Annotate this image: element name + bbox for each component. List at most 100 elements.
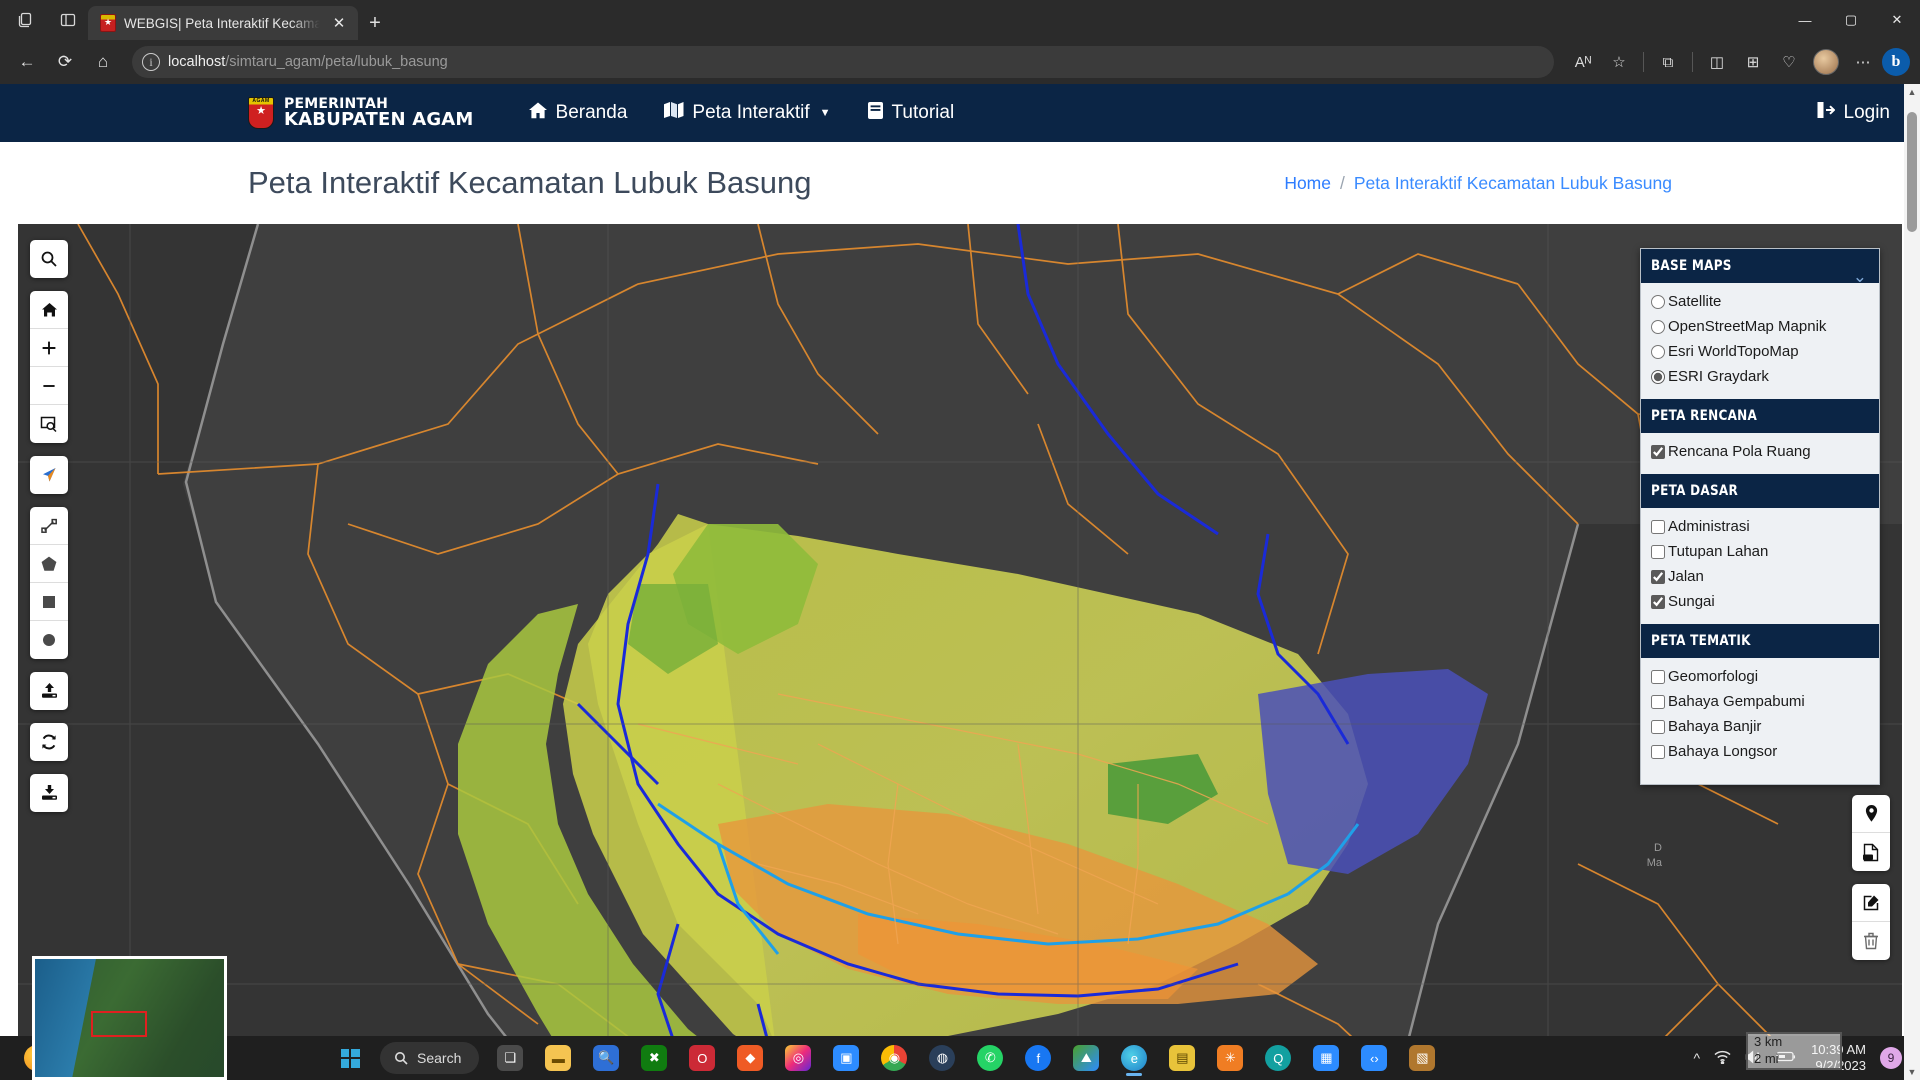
tab-close-button[interactable]: ✕ (328, 14, 350, 32)
taskbar-app-task-view[interactable]: ❏ (489, 1038, 531, 1078)
draw-polygon-button[interactable] (30, 545, 68, 583)
taskbar-app-whatsapp[interactable]: ✆ (969, 1038, 1011, 1078)
nav-item-peta-interaktif[interactable]: Peta Interaktif ▼ (663, 101, 831, 125)
taskbar-app-file-explorer[interactable]: ▬ (537, 1038, 579, 1078)
maximize-button[interactable]: ▢ (1828, 0, 1874, 40)
site-info-icon[interactable]: i (142, 53, 160, 71)
overview-minimap[interactable] (32, 956, 227, 1080)
layer-group-header-peta-tematik[interactable]: PETA TEMATIK (1641, 624, 1879, 658)
layer-radio-esri-graydark[interactable] (1651, 369, 1665, 384)
map-container[interactable]: BASE MAPS ⌄ Satellite OpenStreetMap Mapn… (18, 224, 1902, 1080)
copilot-icon[interactable]: b (1882, 48, 1910, 76)
favorite-star-icon[interactable]: ☆ (1602, 45, 1636, 79)
home-button[interactable]: ⌂ (86, 45, 120, 79)
layer-group-header-base-maps[interactable]: BASE MAPS ⌄ (1641, 249, 1879, 286)
taskbar-app-calendar[interactable]: ▦ (1305, 1038, 1347, 1078)
locate-button[interactable] (30, 456, 68, 494)
map-pin-button[interactable] (1852, 795, 1890, 833)
taskbar-app-zoom[interactable]: ▣ (825, 1038, 867, 1078)
layer-checkbox-jalan[interactable] (1651, 569, 1665, 584)
layer-item-esri-graydark[interactable]: ESRI Graydark (1651, 364, 1879, 389)
start-button[interactable] (330, 1038, 370, 1078)
page-scrollbar[interactable]: ▲ ▼ (1904, 84, 1920, 1080)
taskbar-app-extra[interactable]: ▧ (1401, 1038, 1443, 1078)
chevron-down-icon[interactable]: ⌄ (1853, 267, 1867, 287)
browser-essentials-icon[interactable]: ♡ (1772, 45, 1806, 79)
layer-radio-esri-worldtopomap[interactable] (1651, 344, 1665, 359)
layer-checkbox-bahaya-gempabumi[interactable] (1651, 694, 1665, 709)
taskbar-app-postman[interactable]: ◆ (729, 1038, 771, 1078)
layer-item-administrasi[interactable]: Administrasi (1651, 514, 1879, 539)
zoom-to-area-button[interactable] (30, 405, 68, 443)
taskbar-app-search[interactable]: 🔍 (585, 1038, 627, 1078)
layer-group-header-peta-dasar[interactable]: PETA DASAR (1641, 474, 1879, 508)
address-bar[interactable]: i localhost/simtaru_agam/peta/lubuk_basu… (132, 46, 1554, 78)
taskbar-app-xbox[interactable]: ✖ (633, 1038, 675, 1078)
close-window-button[interactable]: ✕ (1874, 0, 1920, 40)
browser-tab[interactable]: WEBGIS| Peta Interaktif Kecamat ✕ (88, 6, 358, 40)
layer-checkbox-sungai[interactable] (1651, 594, 1665, 609)
export-zip-button[interactable]: ZIP (1852, 833, 1890, 871)
split-screen-icon[interactable]: ◫ (1700, 45, 1734, 79)
draw-line-button[interactable] (30, 507, 68, 545)
map-canvas[interactable] (18, 224, 1902, 1080)
layer-item-openstreetmap-mapnik[interactable]: OpenStreetMap Mapnik (1651, 314, 1879, 339)
layer-item-bahaya-banjir[interactable]: Bahaya Banjir (1651, 714, 1879, 739)
layer-checkbox-bahaya-banjir[interactable] (1651, 719, 1665, 734)
scrollbar-thumb[interactable] (1907, 112, 1917, 232)
taskbar-app-arcgis[interactable]: ✳ (1209, 1038, 1251, 1078)
reload-button[interactable]: ⟳ (48, 45, 82, 79)
profile-avatar[interactable] (1813, 49, 1839, 75)
wifi-icon[interactable] (1714, 1050, 1731, 1067)
zoom-in-button[interactable] (30, 329, 68, 367)
settings-more-icon[interactable]: ⋯ (1846, 45, 1880, 79)
nav-item-beranda[interactable]: Beranda (528, 101, 627, 126)
notification-badge[interactable]: 9 (1880, 1047, 1902, 1069)
layer-group-header-peta-rencana[interactable]: PETA RENCANA (1641, 399, 1879, 433)
breadcrumb-home-link[interactable]: Home (1284, 173, 1331, 194)
layer-checkbox-administrasi[interactable] (1651, 519, 1665, 534)
layer-item-satellite[interactable]: Satellite (1651, 289, 1879, 314)
minimize-button[interactable]: — (1782, 0, 1828, 40)
new-tab-button[interactable]: + (358, 6, 392, 40)
home-extent-button[interactable] (30, 291, 68, 329)
taskbar-app-qgis[interactable]: ⛰ (1065, 1038, 1107, 1078)
search-tool-button[interactable] (30, 240, 68, 278)
nav-item-tutorial[interactable]: Tutorial (867, 101, 954, 126)
taskbar-app-steam[interactable]: ◍ (921, 1038, 963, 1078)
tab-actions-icon[interactable] (12, 6, 40, 34)
layer-item-rencana-pola-ruang[interactable]: Rencana Pola Ruang (1651, 439, 1879, 464)
taskbar-app-opera[interactable]: O (681, 1038, 723, 1078)
layer-checkbox-tutupan-lahan[interactable] (1651, 544, 1665, 559)
minimap-extent-rectangle[interactable] (91, 1011, 147, 1037)
taskbar-app-facebook[interactable]: f (1017, 1038, 1059, 1078)
layer-radio-satellite[interactable] (1651, 294, 1665, 309)
taskbar-search-box[interactable]: Search (380, 1042, 480, 1074)
upload-button[interactable] (30, 672, 68, 710)
layer-item-bahaya-longsor[interactable]: Bahaya Longsor (1651, 739, 1879, 764)
layer-radio-openstreetmap-mapnik[interactable] (1651, 319, 1665, 334)
layer-item-esri-worldtopomap[interactable]: Esri WorldTopoMap (1651, 339, 1879, 364)
extensions-icon[interactable]: ⧉ (1651, 45, 1685, 79)
trash-button[interactable] (1852, 922, 1890, 960)
layer-checkbox-rencana-pola-ruang[interactable] (1651, 444, 1665, 459)
draw-rectangle-button[interactable] (30, 583, 68, 621)
taskbar-app-notepad[interactable]: ▤ (1161, 1038, 1203, 1078)
layer-item-tutupan-lahan[interactable]: Tutupan Lahan (1651, 539, 1879, 564)
taskbar-app-edge[interactable]: e (1113, 1038, 1155, 1078)
collections-icon[interactable]: ⊞ (1736, 45, 1770, 79)
back-button[interactable]: ← (10, 45, 44, 79)
scrollbar-up-arrow[interactable]: ▲ (1904, 84, 1920, 100)
layer-checkbox-geomorfologi[interactable] (1651, 669, 1665, 684)
zoom-out-button[interactable] (30, 367, 68, 405)
taskbar-app-instagram[interactable]: ◎ (777, 1038, 819, 1078)
taskbar-app-q[interactable]: Q (1257, 1038, 1299, 1078)
edit-pencil-button[interactable] (1852, 884, 1890, 922)
refresh-button[interactable] (30, 723, 68, 761)
tray-overflow-icon[interactable]: ^ (1693, 1050, 1700, 1066)
draw-circle-button[interactable] (30, 621, 68, 659)
taskbar-app-vscode[interactable]: ‹› (1353, 1038, 1395, 1078)
read-aloud-icon[interactable]: Aᴺ (1566, 45, 1600, 79)
download-button[interactable] (30, 774, 68, 812)
layer-item-jalan[interactable]: Jalan (1651, 564, 1879, 589)
